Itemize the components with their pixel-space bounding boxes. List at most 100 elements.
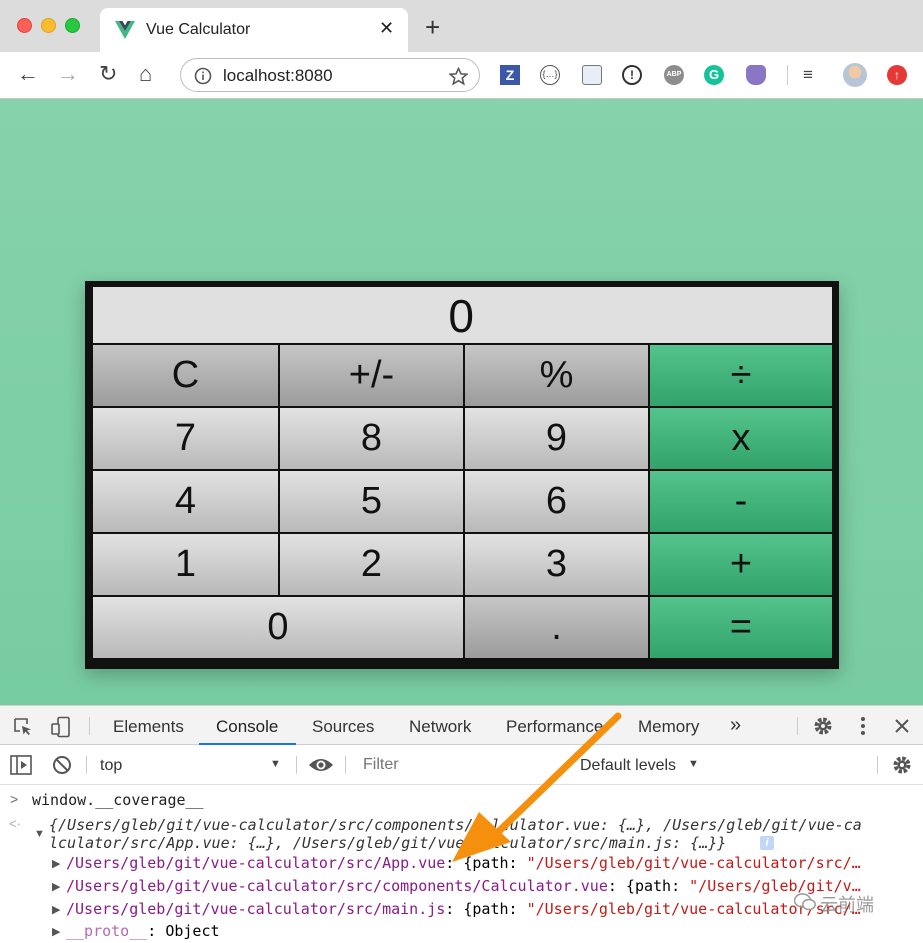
proto-entry[interactable]: ▶ __proto__: Object <box>0 921 923 943</box>
console-sidebar-icon[interactable] <box>10 755 32 775</box>
page-viewport: 0 C +/-% ÷ 7 8 9 x 4 5 6- 1 2 3 +0. = <box>0 99 923 705</box>
live-expression-eye-icon[interactable] <box>308 756 334 774</box>
console-settings-gear-icon[interactable] <box>891 754 913 776</box>
entry-key: /Users/gleb/git/vue-calculator/src/App.v… <box>66 854 446 872</box>
forward-button[interactable]: → <box>57 62 79 86</box>
address-bar[interactable]: localhost:8080 <box>180 58 480 92</box>
entry-value: "/Users/gleb/git/vue-calculator/src/… <box>526 854 861 872</box>
expand-triangle-right-icon[interactable]: ▶ <box>52 857 60 870</box>
grammarly-icon[interactable]: G <box>704 65 724 85</box>
context-selector[interactable]: top ▼ <box>92 750 288 780</box>
key-2[interactable]: 2 <box>280 534 463 595</box>
tab-elements[interactable]: Elements <box>113 717 184 737</box>
profile-avatar[interactable] <box>843 63 867 87</box>
key-3[interactable]: 3 <box>465 534 648 595</box>
tab-network[interactable]: Network <box>409 717 471 737</box>
more-tabs-button[interactable]: » <box>730 714 741 737</box>
key-subtract[interactable]: - <box>650 471 832 532</box>
key-6[interactable]: 6 <box>465 471 648 532</box>
toolbar-divider <box>787 65 788 85</box>
close-devtools-icon[interactable] <box>894 718 910 734</box>
browser-tab-bar: Vue Calculator ✕ + <box>0 0 923 52</box>
site-info-icon[interactable] <box>194 67 212 85</box>
playlist-icon[interactable]: ≡ <box>803 65 823 85</box>
key-percent[interactable]: % <box>465 345 648 406</box>
back-button[interactable]: ← <box>17 62 39 86</box>
tab-sources[interactable]: Sources <box>312 717 374 737</box>
key-5[interactable]: 5 <box>280 471 463 532</box>
expand-triangle-right-icon[interactable]: ▶ <box>52 925 60 938</box>
devtools-divider <box>296 756 297 774</box>
key-9[interactable]: 9 <box>465 408 648 469</box>
coverage-summary-line2[interactable]: lculator/src/App.vue: {…}, /Users/gleb/g… <box>49 834 769 852</box>
coverage-entry[interactable]: ▶ /Users/gleb/git/vue-calculator/src/com… <box>0 876 923 898</box>
kebab-menu-icon[interactable] <box>859 716 867 736</box>
reload-button[interactable]: ↻ <box>99 62 117 86</box>
prompt-chevron-icon: > <box>10 791 19 807</box>
home-button[interactable]: ⌂ <box>139 62 152 86</box>
new-tab-button[interactable]: + <box>425 14 440 40</box>
window-minimize-icon[interactable] <box>41 18 56 33</box>
entry-separator: : {path: <box>445 854 527 872</box>
key-0[interactable]: 0 <box>93 597 463 658</box>
device-toolbar-icon[interactable] <box>50 716 72 738</box>
tab-console[interactable]: Console <box>216 717 278 737</box>
inspect-element-icon[interactable] <box>13 717 33 737</box>
log-levels-dropdown-icon: ▼ <box>688 758 699 770</box>
entry-separator: : {path: <box>445 900 527 918</box>
key-multiply[interactable]: x <box>650 408 832 469</box>
calculator-display: 0 <box>93 287 832 343</box>
info-badge-icon[interactable]: i <box>760 836 774 850</box>
devtools-tab-bar: Elements Console Sources Network Perform… <box>0 705 923 746</box>
log-levels-dropdown[interactable]: Default levels ▼ <box>573 750 713 780</box>
watermark-text: 云前端 <box>820 895 874 915</box>
key-equals[interactable]: = <box>650 597 832 658</box>
tab-close-icon[interactable]: ✕ <box>379 18 394 39</box>
key-divide[interactable]: ÷ <box>650 345 832 406</box>
window-close-icon[interactable] <box>17 18 32 33</box>
update-icon[interactable]: ↑ <box>887 65 907 85</box>
expand-triangle-down-icon[interactable]: ▼ <box>34 828 45 840</box>
entry-key: /Users/gleb/git/vue-calculator/src/main.… <box>66 900 446 918</box>
bookmark-star-icon[interactable] <box>449 67 468 86</box>
browser-tab[interactable]: Vue Calculator ✕ <box>100 8 408 52</box>
proto-key: __proto__ <box>66 922 148 940</box>
wechat-logo-icon <box>794 893 816 911</box>
screenshot-icon[interactable] <box>582 65 602 85</box>
expand-triangle-right-icon[interactable]: ▶ <box>52 880 60 893</box>
key-sign[interactable]: +/- <box>280 345 463 406</box>
info-icon[interactable]: ! <box>622 65 642 85</box>
expand-triangle-right-icon[interactable]: ▶ <box>52 903 60 916</box>
coverage-entry[interactable]: ▶ /Users/gleb/git/vue-calculator/src/App… <box>0 853 923 875</box>
key-1[interactable]: 1 <box>93 534 278 595</box>
key-7[interactable]: 7 <box>93 408 278 469</box>
browser-toolbar: ← → ↻ ⌂ localhost:8080 Z {…} ! ABP G ≡ ↑ <box>0 52 923 99</box>
adblock-icon[interactable]: ABP <box>664 65 684 85</box>
tab-performance[interactable]: Performance <box>506 717 603 737</box>
console-filter-input[interactable] <box>356 751 564 778</box>
vue-logo-icon <box>115 21 135 39</box>
z-extension-icon[interactable]: Z <box>500 65 520 85</box>
key-add[interactable]: + <box>650 534 832 595</box>
settings-gear-icon[interactable] <box>812 715 834 737</box>
devtools-divider <box>877 756 878 774</box>
console-input-line: window.__coverage__ <box>32 791 204 809</box>
window-maximize-icon[interactable] <box>65 18 80 33</box>
console-toolbar: top ▼ Default levels ▼ <box>0 745 923 785</box>
coverage-summary-line1[interactable]: {/Users/gleb/git/vue-calculator/src/comp… <box>49 816 919 834</box>
json-viewer-icon[interactable]: {…} <box>540 65 560 85</box>
coverage-entry[interactable]: ▶ /Users/gleb/git/vue-calculator/src/mai… <box>0 899 923 921</box>
clear-console-icon[interactable] <box>52 755 72 775</box>
entry-separator: : {path: <box>607 877 690 895</box>
proto-value: : Object <box>147 922 220 940</box>
key-4[interactable]: 4 <box>93 471 278 532</box>
watermark: 云前端 <box>794 890 900 916</box>
key-clear[interactable]: C <box>93 345 278 406</box>
devtools-divider <box>797 717 798 735</box>
url-text: localhost:8080 <box>223 66 333 85</box>
key-decimal[interactable]: . <box>465 597 648 658</box>
cat-extension-icon[interactable] <box>746 65 766 85</box>
entry-key: /Users/gleb/git/vue-calculator/src/compo… <box>66 877 608 895</box>
tab-memory[interactable]: Memory <box>638 717 699 737</box>
key-8[interactable]: 8 <box>280 408 463 469</box>
